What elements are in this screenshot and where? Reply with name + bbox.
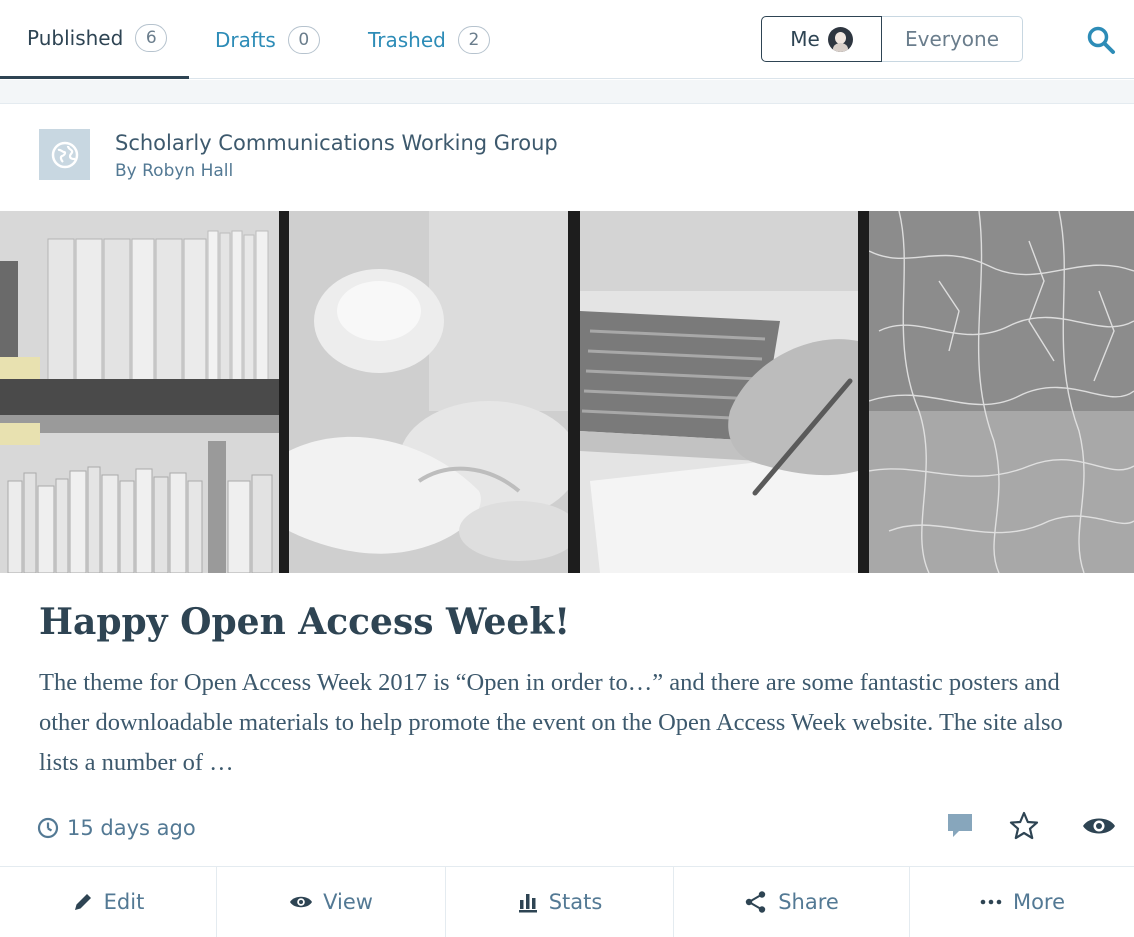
more-label: More	[1012, 890, 1066, 914]
site-icon[interactable]	[39, 129, 90, 180]
star-icon[interactable]	[1007, 809, 1041, 843]
comment-icon[interactable]	[943, 809, 977, 843]
tab-published-count: 6	[135, 24, 168, 52]
view-button[interactable]: View	[217, 867, 446, 937]
post-card: Scholarly Communications Working Group B…	[0, 104, 1134, 937]
pencil-icon	[74, 894, 91, 910]
tab-drafts-label: Drafts	[215, 27, 276, 52]
tab-trashed-label: Trashed	[368, 27, 446, 52]
tab-drafts-count: 0	[287, 25, 320, 54]
post-time-text: 15 days ago	[67, 816, 196, 840]
globe-icon	[51, 141, 78, 168]
tab-trashed[interactable]: Trashed 2	[368, 0, 490, 79]
eye-icon	[290, 896, 313, 908]
share-button[interactable]: Share	[674, 867, 910, 937]
filter-me-label: Me	[790, 27, 820, 51]
site-name[interactable]: Scholarly Communications Working Group	[115, 131, 558, 155]
tab-published-label: Published	[27, 26, 124, 50]
ellipsis-icon	[980, 899, 1002, 905]
share-label: Share	[778, 890, 839, 914]
tab-drafts[interactable]: Drafts 0	[215, 0, 320, 79]
tab-trashed-count: 2	[457, 25, 490, 54]
post-excerpt: The theme for Open Access Week 2017 is “…	[39, 669, 1063, 776]
eye-icon[interactable]	[1082, 809, 1116, 843]
stats-label: Stats	[548, 890, 603, 914]
avatar	[827, 26, 853, 52]
post-author: By Robyn Hall	[115, 161, 234, 181]
stats-icon	[518, 894, 537, 913]
clock-icon	[37, 817, 59, 839]
filter-everyone-label: Everyone	[904, 27, 1000, 51]
author-filter: Me Everyone	[761, 16, 1023, 62]
tab-published[interactable]: Published 6	[0, 0, 189, 79]
post-title[interactable]: Happy Open Access Week!	[39, 601, 570, 643]
more-button[interactable]: More	[910, 867, 1134, 937]
edit-button[interactable]: Edit	[0, 867, 217, 937]
lab-image	[289, 211, 568, 573]
post-type-nav: Published 6 Drafts 0 Trashed 2 Me Everyo…	[0, 0, 1134, 79]
section-divider	[0, 80, 1134, 104]
stats-button[interactable]: Stats	[446, 867, 674, 937]
filter-me-button[interactable]: Me	[761, 16, 882, 62]
filter-everyone-button[interactable]: Everyone	[882, 16, 1023, 62]
post-actions: Edit View Stats Share More	[0, 866, 1134, 937]
texture-image	[869, 211, 1134, 573]
edit-label: Edit	[103, 890, 145, 914]
post-time: 15 days ago	[37, 816, 196, 840]
laptop-image	[580, 211, 858, 573]
search-icon[interactable]	[1085, 24, 1117, 56]
featured-image[interactable]	[0, 211, 1134, 573]
bookshelf-image	[0, 211, 279, 573]
share-icon	[745, 891, 766, 913]
view-label: View	[323, 890, 373, 914]
